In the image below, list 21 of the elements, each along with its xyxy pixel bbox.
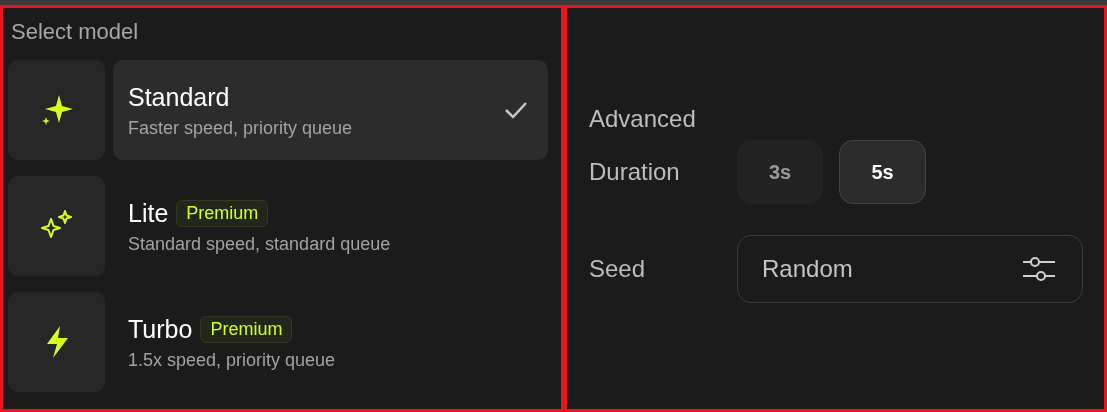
model-name: Turbo [128, 314, 193, 345]
seed-value: Random [762, 254, 853, 284]
check-icon [504, 101, 528, 119]
model-option[interactable]: Lite Premium Standard speed, standard queue [113, 176, 548, 276]
seed-field[interactable]: Random [737, 235, 1083, 303]
sliders-icon[interactable] [1022, 254, 1056, 284]
section-title: Advanced [589, 104, 697, 134]
premium-badge: Premium [200, 315, 293, 343]
model-option[interactable]: Standard Faster speed, priority queue [113, 60, 548, 160]
model-description: Standard speed, standard queue [128, 233, 391, 255]
duration-option[interactable]: 3s [737, 140, 823, 204]
model-name: Lite [128, 198, 169, 229]
model-description: Faster speed, priority queue [128, 117, 353, 139]
field-label: Duration [589, 157, 681, 187]
premium-badge: Premium [176, 199, 269, 227]
model-description: 1.5x speed, priority queue [128, 349, 336, 371]
field-label: Seed [589, 254, 647, 284]
model-option[interactable]: Turbo Premium 1.5x speed, priority queue [113, 292, 548, 392]
duration-option[interactable]: 5s [839, 140, 926, 204]
section-title: Select model [11, 18, 140, 46]
model-name: Standard [128, 82, 230, 113]
